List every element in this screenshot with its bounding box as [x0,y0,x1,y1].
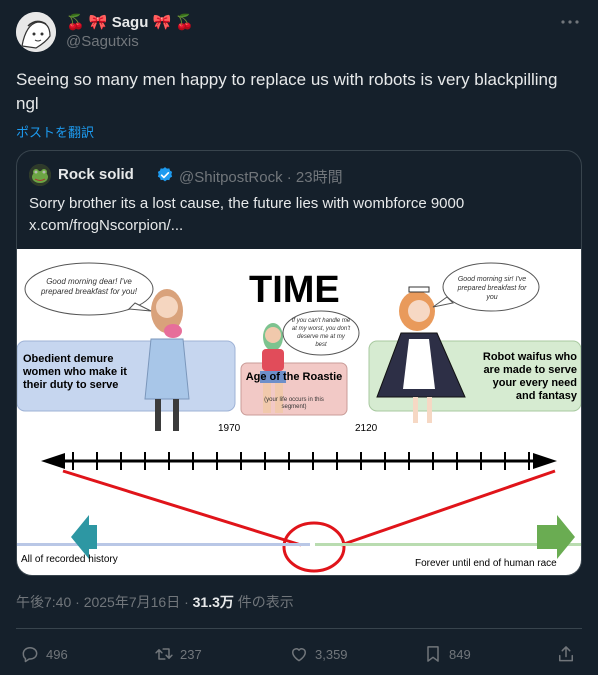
verified-badge-icon [156,166,174,184]
tweet-text: Seeing so many men happy to replace us w… [16,70,558,113]
red-line-left [62,469,302,547]
quoted-display-name[interactable]: Rock solid [58,166,134,183]
quoted-handle-time[interactable]: @ShitpostRock · 23時間 [179,166,343,187]
heart-icon [292,648,306,662]
reply-icon [22,647,38,663]
right-box-text: Robot waifus who are made to serve your … [482,351,577,402]
quoted-tweet-text: Sorry brother its a lost cause, the futu… [29,195,465,234]
like-button[interactable]: 3,359 [289,642,348,666]
bookmark-icon [427,646,439,662]
frog-avatar-icon [29,164,51,186]
quoted-tweet-card[interactable]: Rock solid @ShitpostRock · 23時間 Sorry br… [16,150,582,576]
repost-count: 237 [180,646,202,662]
red-line-right [340,469,556,547]
repost-button[interactable]: 237 [154,642,202,666]
timeline-left-arrowhead [41,453,65,469]
author-handle[interactable]: @Sagutxis [66,33,139,50]
repost-icon [155,648,173,660]
bottom-left-caption: All of recorded history [21,554,118,565]
bookmark-count: 849 [449,646,471,662]
more-options-icon[interactable] [558,10,582,34]
views-label: 件の表示 [233,594,294,610]
author-avatar[interactable] [16,12,56,52]
left-history-bar [17,543,310,546]
post-timestamp[interactable]: 午後7:40 · 2025年7月16日 · 31.3万 件の表示 [16,592,294,612]
views-count: 31.3万 [192,594,234,610]
bookmark-button[interactable]: 849 [423,642,471,666]
red-circle [282,521,346,573]
meme-title: TIME [249,269,340,311]
reply-button[interactable]: 496 [20,642,68,666]
left-bubble-text: Good morning dear! I've prepared breakfa… [40,277,138,296]
reply-count: 496 [46,646,68,662]
divider [16,628,582,629]
like-count: 3,359 [315,646,348,662]
avatar-drawing-icon [16,12,56,52]
year-1970-label: 1970 [218,423,241,434]
time-date-text[interactable]: 午後7:40 · 2025年7月16日 · [16,594,193,610]
middle-box-subtitle: (your life occurs in this segment) [264,397,324,410]
share-button[interactable] [556,642,576,666]
quoted-author-avatar[interactable] [29,164,51,186]
left-box-text: Obedient demure women who make it their … [23,353,127,391]
timeline-right-arrowhead [533,453,557,469]
middle-bubble-text: If you can't handle me at my worst, you … [291,318,351,348]
quoted-meme-image[interactable]: TIME Good morning dear! I've prepared br… [17,249,581,575]
bottom-right-caption: Forever until end of human race [415,558,557,569]
right-bubble-text: Good morning sir! I've prepared breakfas… [457,276,527,301]
share-icon [559,646,573,662]
right-green-arrow [537,515,575,559]
author-display-name[interactable]: 🍒 🎀 Sagu 🎀 🍒 [66,13,194,31]
translate-post-link[interactable]: ポストを翻訳 [16,122,94,141]
middle-box-title: Age of the Roastie [245,371,343,383]
left-teal-arrow [71,515,97,559]
year-2120-label: 2120 [355,423,378,434]
